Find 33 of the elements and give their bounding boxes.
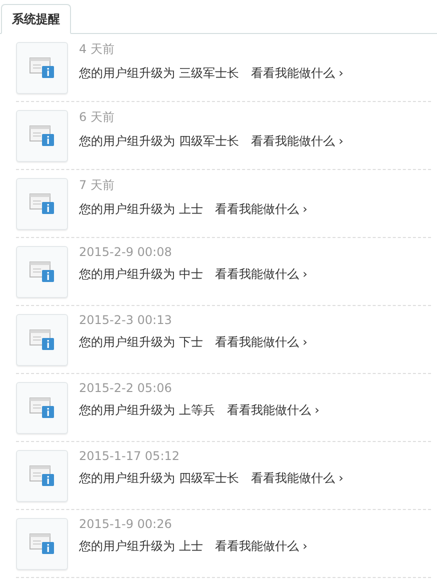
notice-link[interactable]: 看看我能做什么 › [250,470,344,487]
notice-time: 2015-2-3 00:13 [79,313,173,327]
notice-message: 您的用户组升级为 上等兵 [79,402,215,419]
notice-icon [16,42,68,94]
notice-icon [16,382,68,434]
tab[interactable]: 系统提醒 [1,4,71,34]
notice-link[interactable]: 看看我能做什么 › [214,334,308,351]
notice-message: 您的用户组升级为 三级军士长 [79,65,239,82]
notice-time: 2015-2-2 05:06 [79,381,173,395]
notice-time: 6 天前 [79,109,116,126]
notice-link[interactable]: 看看我能做什么 › [214,266,308,283]
notice-link[interactable]: 看看我能做什么 › [226,402,320,419]
notice-link[interactable]: 看看我能做什么 › [214,538,308,555]
notice-time: 2015-1-17 05:12 [79,449,180,463]
notice-time: 7 天前 [79,177,116,194]
notice-link[interactable]: 看看我能做什么 › [214,201,308,218]
notice-link[interactable]: 看看我能做什么 › [250,65,344,82]
notice-message: 您的用户组升级为 四级军士长 [79,470,239,487]
notice-message: 您的用户组升级为 上士 [79,538,203,555]
notice-link[interactable]: 看看我能做什么 › [250,133,344,150]
notice-time: 2015-2-9 00:08 [79,245,173,259]
notice-message: 您的用户组升级为 下士 [79,334,203,351]
notice-icon [16,450,68,502]
notice-icon [16,110,68,162]
notice-message: 您的用户组升级为 中士 [79,266,203,283]
notice-icon [16,246,68,298]
notice-icon [16,314,68,366]
notice-time: 4 天前 [79,41,116,58]
notice-icon [16,518,68,570]
notice-icon [16,178,68,230]
notice-message: 您的用户组升级为 上士 [79,201,203,218]
notice-time: 2015-1-9 00:26 [79,517,173,531]
notice-message: 您的用户组升级为 四级军士长 [79,133,239,150]
